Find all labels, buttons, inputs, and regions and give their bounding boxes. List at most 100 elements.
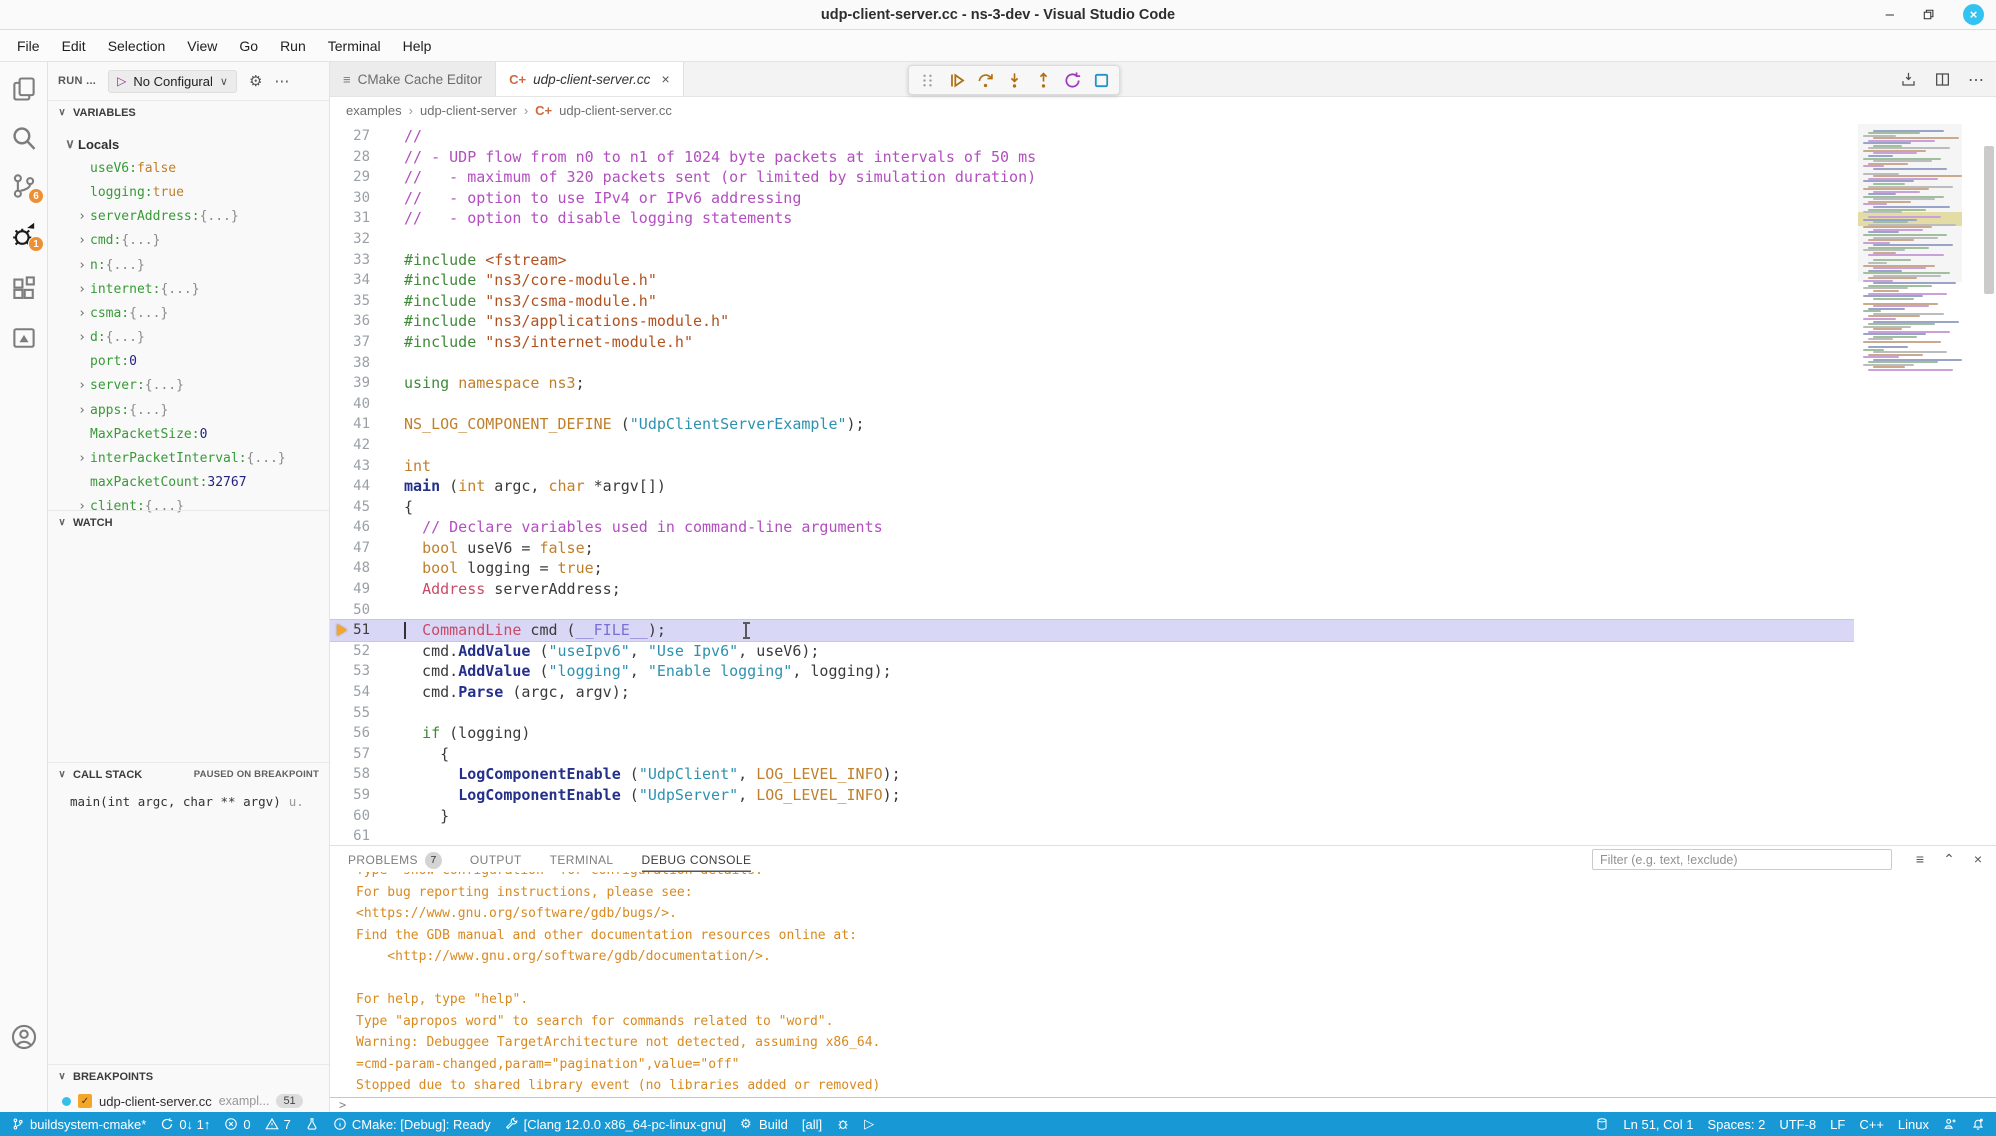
debug-config-dropdown[interactable]: ▷ No Configural ∨: [108, 70, 237, 93]
maximize-panel-icon[interactable]: ⌃: [1943, 851, 1955, 868]
status-item-build[interactable]: ⚙Build: [733, 1112, 795, 1136]
line-number[interactable]: 59: [330, 785, 376, 806]
line-number[interactable]: 50: [330, 600, 376, 621]
variable-row[interactable]: ›server: {...}: [62, 374, 329, 398]
line-number[interactable]: 60: [330, 806, 376, 827]
line-number[interactable]: 27: [330, 126, 376, 147]
line-number[interactable]: 34: [330, 270, 376, 291]
breakpoint-row[interactable]: ✓ udp-client-server.cc exampl... 51: [48, 1090, 329, 1112]
watch-section-header[interactable]: ∨ WATCH: [48, 510, 329, 534]
tab-udp-client-server-cc[interactable]: C+udp-client-server.cc×: [496, 62, 683, 96]
activitybar-search[interactable]: [10, 124, 38, 152]
variable-row[interactable]: maxPacketCount: 32767: [62, 471, 329, 495]
breadcrumb-item[interactable]: examples: [346, 103, 402, 118]
step-into-button[interactable]: [1001, 67, 1027, 93]
variable-row[interactable]: ›cmd: {...}: [62, 229, 329, 253]
variable-row[interactable]: MaxPacketSize: 0: [62, 422, 329, 446]
line-number[interactable]: 39: [330, 373, 376, 394]
line-number[interactable]: 40: [330, 394, 376, 415]
activitybar-accounts[interactable]: [10, 1023, 38, 1051]
status-item-0-1[interactable]: 0↓ 1↑: [153, 1112, 217, 1136]
status-item-ln-51-col-1[interactable]: Ln 51, Col 1: [1616, 1112, 1700, 1136]
expand-icon[interactable]: ›: [74, 233, 90, 248]
drag-handle[interactable]: [914, 67, 940, 93]
status-item-lf[interactable]: LF: [1823, 1112, 1852, 1136]
minimap[interactable]: [1858, 124, 1962, 845]
line-number[interactable]: 57: [330, 744, 376, 765]
expand-icon[interactable]: ›: [74, 378, 90, 393]
scrollbar-thumb[interactable]: [1984, 146, 1994, 294]
step-out-button[interactable]: [1030, 67, 1056, 93]
line-number[interactable]: 53: [330, 661, 376, 682]
panel-tab-problems[interactable]: PROBLEMS7: [348, 846, 442, 872]
expand-icon[interactable]: ›: [74, 403, 90, 418]
line-number[interactable]: 49: [330, 579, 376, 600]
line-number[interactable]: 38: [330, 353, 376, 374]
line-number[interactable]: 35: [330, 291, 376, 312]
variable-row[interactable]: ›serverAddress: {...}: [62, 205, 329, 229]
line-number[interactable]: 33: [330, 250, 376, 271]
step-over-button[interactable]: [972, 67, 998, 93]
variable-row[interactable]: ›d: {...}: [62, 326, 329, 350]
line-number[interactable]: 30: [330, 188, 376, 209]
breadcrumb-item[interactable]: udp-client-server.cc: [559, 103, 672, 118]
status-item-clang-12-0-0-x86-64-pc-linux-gnu[interactable]: [Clang 12.0.0 x86_64-pc-linux-gnu]: [498, 1112, 733, 1136]
activitybar-cmake[interactable]: [10, 324, 38, 352]
status-item-cmake-debug-ready[interactable]: CMake: [Debug]: Ready: [326, 1112, 498, 1136]
output-actions-icon[interactable]: ≡: [1916, 851, 1924, 867]
line-number[interactable]: 37: [330, 332, 376, 353]
restart-button[interactable]: [1059, 67, 1085, 93]
status-item-utf-8[interactable]: UTF-8: [1772, 1112, 1823, 1136]
line-number[interactable]: 44: [330, 476, 376, 497]
status-item[interactable]: [1588, 1112, 1616, 1136]
activitybar-explorer[interactable]: [10, 75, 38, 103]
split-editor-icon[interactable]: [1934, 71, 1951, 88]
close-window-button[interactable]: ×: [1963, 4, 1984, 25]
panel-tab-output[interactable]: OUTPUT: [470, 846, 522, 872]
variable-row[interactable]: useV6: false: [62, 156, 329, 180]
line-number[interactable]: 54: [330, 682, 376, 703]
debug-console-input[interactable]: >: [330, 1097, 1996, 1112]
line-number[interactable]: 29: [330, 167, 376, 188]
close-panel-icon[interactable]: ×: [1974, 851, 1982, 867]
menu-item-edit[interactable]: Edit: [51, 34, 97, 58]
variable-row[interactable]: ›internet: {...}: [62, 277, 329, 301]
gear-icon[interactable]: ⚙: [249, 72, 262, 90]
more-actions-icon[interactable]: ⋯: [274, 72, 290, 90]
status-item-buildsystem-cmake[interactable]: buildsystem-cmake*: [4, 1112, 153, 1136]
expand-icon[interactable]: ›: [74, 306, 90, 321]
call-stack-section-header[interactable]: ∨ CALL STACK PAUSED ON BREAKPOINT: [48, 762, 329, 786]
close-tab-icon[interactable]: ×: [661, 71, 669, 87]
variable-row[interactable]: ›interPacketInterval: {...}: [62, 446, 329, 470]
line-number[interactable]: 52: [330, 641, 376, 662]
line-number[interactable]: 32: [330, 229, 376, 250]
status-item[interactable]: ▷: [857, 1112, 885, 1136]
line-number[interactable]: 36: [330, 311, 376, 332]
scope-row[interactable]: ∨ Locals: [48, 132, 329, 156]
breakpoints-section-header[interactable]: ∨ BREAKPOINTS: [48, 1064, 329, 1088]
more-actions-icon[interactable]: ⋯: [1968, 70, 1984, 90]
variable-row[interactable]: ›n: {...}: [62, 253, 329, 277]
menu-item-file[interactable]: File: [6, 34, 51, 58]
line-number[interactable]: 56: [330, 723, 376, 744]
status-item[interactable]: [829, 1112, 857, 1136]
menu-item-terminal[interactable]: Terminal: [317, 34, 392, 58]
filter-input[interactable]: [1592, 849, 1892, 870]
expand-icon[interactable]: ›: [74, 330, 90, 345]
breakpoint-checkbox[interactable]: ✓: [78, 1094, 92, 1108]
variable-row[interactable]: ›apps: {...}: [62, 398, 329, 422]
line-number[interactable]: 31: [330, 208, 376, 229]
status-item-all[interactable]: [all]: [795, 1112, 829, 1136]
expand-icon[interactable]: ›: [74, 209, 90, 224]
activitybar-source-control[interactable]: 6: [10, 172, 38, 200]
status-item-spaces-2[interactable]: Spaces: 2: [1701, 1112, 1773, 1136]
line-number[interactable]: 55: [330, 703, 376, 724]
line-number[interactable]: 61: [330, 826, 376, 845]
menu-item-view[interactable]: View: [176, 34, 228, 58]
expand-icon[interactable]: ›: [74, 258, 90, 273]
variables-section-header[interactable]: ∨ VARIABLES: [48, 100, 329, 124]
status-item-7[interactable]: 7: [258, 1112, 298, 1136]
activitybar-run-debug[interactable]: 1: [10, 220, 38, 248]
stop-button[interactable]: [1088, 67, 1114, 93]
panel-tab-debug-console[interactable]: DEBUG CONSOLE: [642, 846, 752, 872]
